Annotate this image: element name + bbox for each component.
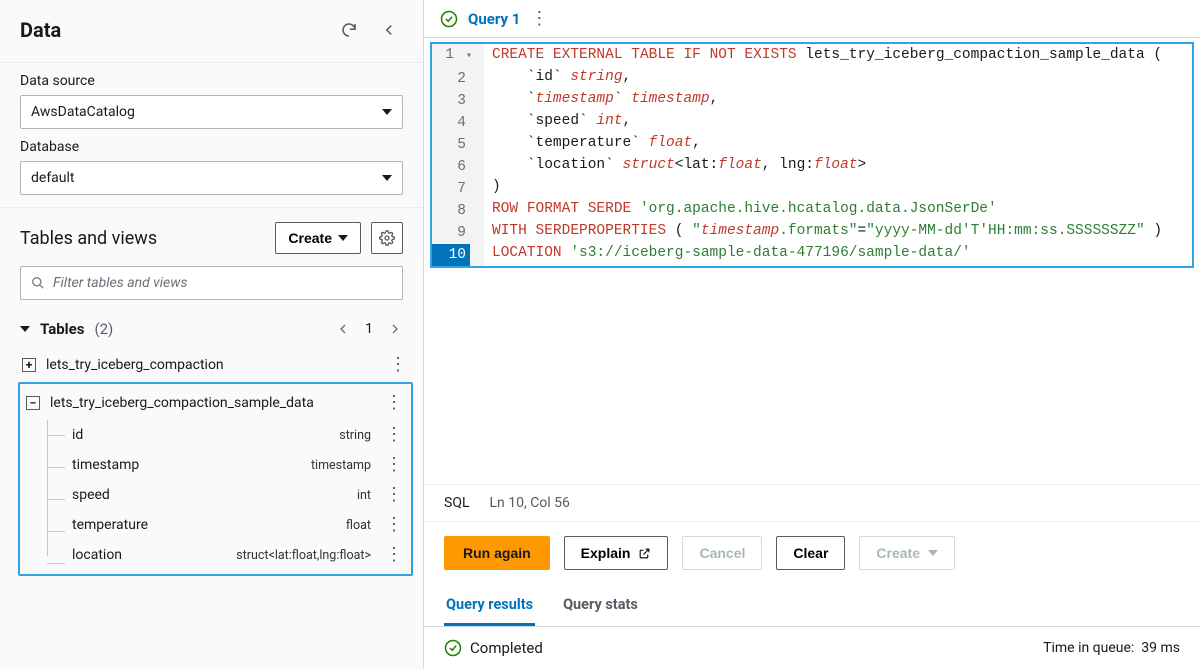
gear-icon[interactable] — [371, 222, 403, 254]
column-row: id string⋮ — [50, 420, 411, 450]
collapse-panel-icon[interactable] — [375, 16, 403, 44]
clear-button[interactable]: Clear — [776, 536, 845, 570]
table-row[interactable]: lets_try_iceberg_compaction ⋮ — [16, 348, 415, 382]
cancel-button: Cancel — [682, 536, 762, 570]
column-actions-menu[interactable]: ⋮ — [383, 546, 405, 564]
tab-query-stats[interactable]: Query stats — [561, 584, 640, 626]
tables-heading: Tables — [40, 320, 84, 338]
database-select[interactable]: default — [20, 161, 403, 195]
chevron-down-icon — [382, 173, 392, 183]
table-row[interactable]: lets_try_iceberg_compaction_sample_data … — [20, 386, 411, 420]
page-number: 1 — [365, 321, 373, 337]
column-row: speed int⋮ — [50, 480, 411, 510]
check-circle-icon — [444, 639, 462, 657]
data-source-select[interactable]: AwsDataCatalog — [20, 95, 403, 129]
sidebar-title: Data — [20, 18, 61, 42]
line-gutter: 1 ▾2345678910 — [432, 44, 484, 266]
table-name: lets_try_iceberg_compaction_sample_data — [50, 395, 314, 411]
database-label: Database — [20, 139, 403, 155]
code-area[interactable]: CREATE EXTERNAL TABLE IF NOT EXISTS lets… — [484, 44, 1170, 266]
explain-button[interactable]: Explain — [564, 536, 669, 570]
expand-icon[interactable] — [22, 358, 36, 372]
chevron-down-icon[interactable] — [20, 324, 30, 334]
filter-input[interactable]: Filter tables and views — [20, 266, 403, 300]
chevron-right-icon[interactable] — [387, 321, 403, 337]
column-row: temperature float⋮ — [50, 510, 411, 540]
data-source-label: Data source — [20, 73, 403, 89]
column-actions-menu[interactable]: ⋮ — [383, 426, 405, 444]
sidebar: Data Data source AwsDataCatalog Database… — [0, 0, 424, 669]
chevron-left-icon[interactable] — [335, 321, 351, 337]
search-icon — [31, 276, 45, 290]
external-link-icon — [638, 547, 651, 560]
chevron-down-icon — [338, 233, 348, 243]
column-row: location struct<lat:float,lng:float>⋮ — [50, 540, 411, 570]
chevron-down-icon — [382, 107, 392, 117]
column-row: timestamp timestamp⋮ — [50, 450, 411, 480]
run-button[interactable]: Run again — [444, 536, 550, 570]
create-button: Create — [859, 536, 955, 570]
status-text: Completed — [470, 639, 543, 657]
table-actions-menu[interactable]: ⋮ — [383, 394, 405, 412]
result-tabs: Query results Query stats — [424, 584, 1200, 627]
collapse-icon[interactable] — [26, 396, 40, 410]
query-tabbar: Query 1 ⋮ — [424, 0, 1200, 38]
result-status-bar: Completed Time in queue: 39 ms — [424, 627, 1200, 669]
editor-status-bar: SQL Ln 10, Col 56 — [424, 484, 1200, 522]
check-circle-icon — [440, 10, 458, 28]
create-table-button[interactable]: Create — [275, 222, 361, 254]
tab-actions-menu[interactable]: ⋮ — [530, 8, 548, 29]
tables-count: (2) — [94, 320, 113, 338]
main-panel: Query 1 ⋮ 1 ▾2345678910 CREATE EXTERNAL … — [424, 0, 1200, 669]
code-editor[interactable]: 1 ▾2345678910 CREATE EXTERNAL TABLE IF N… — [430, 42, 1194, 268]
tables-views-heading: Tables and views — [20, 228, 157, 249]
column-actions-menu[interactable]: ⋮ — [383, 486, 405, 504]
chevron-down-icon — [928, 548, 938, 558]
table-name: lets_try_iceberg_compaction — [46, 357, 224, 373]
column-actions-menu[interactable]: ⋮ — [383, 456, 405, 474]
column-actions-menu[interactable]: ⋮ — [383, 516, 405, 534]
refresh-icon[interactable] — [335, 16, 363, 44]
action-buttons: Run again Explain Cancel Clear Create — [424, 522, 1200, 584]
tab-name[interactable]: Query 1 — [468, 10, 520, 28]
table-actions-menu[interactable]: ⋮ — [387, 356, 409, 374]
tab-query-results[interactable]: Query results — [444, 584, 535, 626]
